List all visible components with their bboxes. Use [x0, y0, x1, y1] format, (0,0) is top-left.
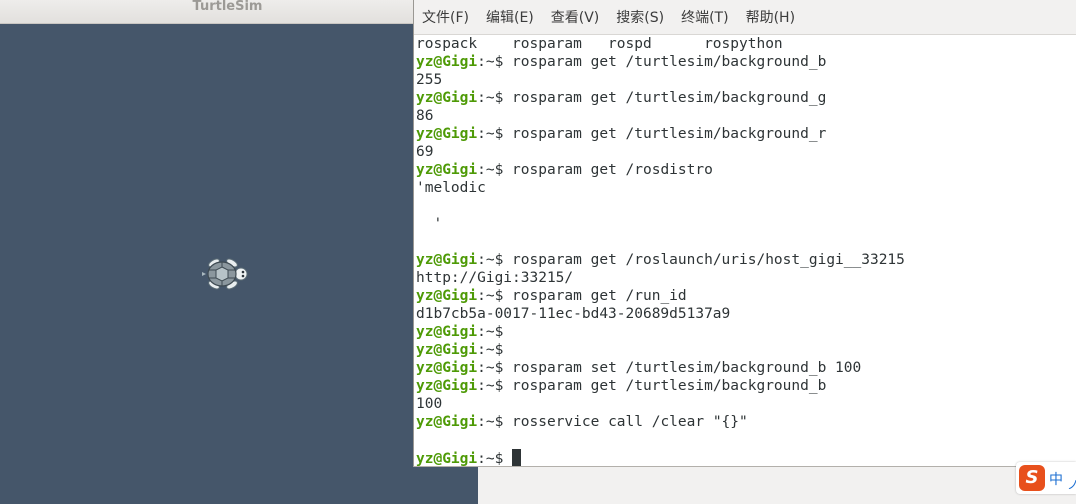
turtlesim-window: TurtleSim: [0, 0, 478, 504]
terminal-command-line: yz@Gigi:~$ rosparam get /turtlesim/backg…: [416, 125, 1076, 143]
terminal-command-line: yz@Gigi:~$ rosparam get /run_id: [416, 287, 1076, 305]
output-text: 69: [416, 144, 434, 160]
terminal-command-line: yz@Gigi:~$ rosparam get /turtlesim/backg…: [416, 377, 1076, 395]
terminal-command-line: yz@Gigi:~$ rosparam get /turtlesim/backg…: [416, 53, 1076, 71]
sogou-logo-icon[interactable]: S: [1019, 465, 1045, 491]
menu-help[interactable]: 帮助(H): [746, 7, 795, 27]
terminal-command-line: yz@Gigi:~$ rosparam set /turtlesim/backg…: [416, 359, 1076, 377]
prompt-path: :~$: [477, 414, 504, 430]
output-text: 'melodic: [416, 180, 486, 196]
output-text: d1b7cb5a-0017-11ec-bd43-20689d5137a9: [416, 306, 731, 322]
prompt-path: :~$: [477, 378, 504, 394]
menu-file[interactable]: 文件(F): [422, 7, 469, 27]
terminal-command-line: yz@Gigi:~$: [416, 341, 1076, 359]
terminal-command-line: yz@Gigi:~$ rosparam get /roslaunch/uris/…: [416, 251, 1076, 269]
prompt-path: :~$: [477, 451, 504, 467]
output-text: 100: [416, 396, 443, 412]
terminal-output-line: ': [416, 215, 1076, 233]
terminal-cursor: [512, 449, 522, 466]
prompt-user: yz@Gigi: [416, 162, 478, 178]
output-text: 255: [416, 72, 443, 88]
terminal-command-line: yz@Gigi:~$: [416, 323, 1076, 341]
ime-language-indicator[interactable]: 中: [1049, 469, 1063, 489]
prompt-path: :~$: [477, 126, 504, 142]
prompt-user: yz@Gigi: [416, 451, 478, 467]
prompt-user: yz@Gigi: [416, 378, 478, 394]
terminal-output-line: rospack rosparam rospd rospython: [416, 35, 1076, 53]
output-text: 86: [416, 108, 434, 124]
prompt-user: yz@Gigi: [416, 126, 478, 142]
prompt-user: yz@Gigi: [416, 324, 478, 340]
terminal-output-line: d1b7cb5a-0017-11ec-bd43-20689d5137a9: [416, 305, 1076, 323]
prompt-user: yz@Gigi: [416, 90, 478, 106]
command-text: rosparam get /turtlesim/background_r: [503, 126, 827, 142]
terminal-window[interactable]: 文件(F) 编辑(E) 查看(V) 搜索(S) 终端(T) 帮助(H) rosp…: [413, 0, 1076, 467]
command-text: rosservice call /clear "{}": [503, 414, 748, 430]
prompt-user: yz@Gigi: [416, 360, 478, 376]
prompt-path: :~$: [477, 324, 504, 340]
command-text: rosparam get /roslaunch/uris/host_gigi__…: [503, 252, 905, 268]
command-text: rosparam set /turtlesim/background_b 100: [503, 360, 862, 376]
prompt-path: :~$: [477, 252, 504, 268]
prompt-user: yz@Gigi: [416, 252, 478, 268]
output-text: http://Gigi:33215/: [416, 270, 574, 286]
terminal-menubar: 文件(F) 编辑(E) 查看(V) 搜索(S) 终端(T) 帮助(H): [414, 0, 1076, 35]
terminal-output[interactable]: rospack rosparam rospd rospython yz@Gigi:…: [416, 35, 1076, 466]
terminal-command-line: yz@Gigi:~$ rosservice call /clear "{}": [416, 413, 1076, 431]
turtlesim-title: TurtleSim: [192, 0, 263, 14]
turtlesim-titlebar[interactable]: TurtleSim: [0, 0, 478, 24]
prompt-path: :~$: [477, 90, 504, 106]
terminal-output-line: 100: [416, 395, 1076, 413]
terminal-output-line: 'melodic: [416, 179, 1076, 197]
output-text: rospack rosparam rospd rospython: [416, 36, 783, 52]
terminal-output-line: http://Gigi:33215/: [416, 269, 1076, 287]
command-text: rosparam get /run_id: [503, 288, 687, 304]
prompt-user: yz@Gigi: [416, 288, 478, 304]
prompt-user: yz@Gigi: [416, 414, 478, 430]
output-text: ': [416, 216, 443, 232]
prompt-path: :~$: [477, 54, 504, 70]
menu-edit[interactable]: 编辑(E): [486, 7, 534, 27]
command-text: rosparam get /turtlesim/background_g: [503, 90, 827, 106]
ime-punctuation-indicator[interactable]: ノ: [1067, 476, 1076, 493]
prompt-path: :~$: [477, 162, 504, 178]
menu-terminal[interactable]: 终端(T): [681, 7, 728, 27]
terminal-output-line: 86: [416, 107, 1076, 125]
prompt-user: yz@Gigi: [416, 342, 478, 358]
terminal-command-line: yz@Gigi:~$: [416, 449, 1076, 467]
menu-search[interactable]: 搜索(S): [616, 7, 664, 27]
command-text: [503, 451, 512, 466]
terminal-command-line: yz@Gigi:~$ rosparam get /rosdistro: [416, 161, 1076, 179]
prompt-user: yz@Gigi: [416, 54, 478, 70]
input-method-tray[interactable]: S 中 ノ: [1016, 462, 1076, 494]
command-text: rosparam get /rosdistro: [503, 162, 713, 178]
prompt-path: :~$: [477, 288, 504, 304]
terminal-output-line: 255: [416, 71, 1076, 89]
prompt-path: :~$: [477, 360, 504, 376]
terminal-output-line: 69: [416, 143, 1076, 161]
terminal-command-line: yz@Gigi:~$ rosparam get /turtlesim/backg…: [416, 89, 1076, 107]
command-text: rosparam get /turtlesim/background_b: [503, 378, 827, 394]
prompt-path: :~$: [477, 342, 504, 358]
command-text: rosparam get /turtlesim/background_b: [503, 54, 827, 70]
menu-view[interactable]: 查看(V): [551, 7, 600, 27]
turtle-icon: [202, 258, 248, 290]
